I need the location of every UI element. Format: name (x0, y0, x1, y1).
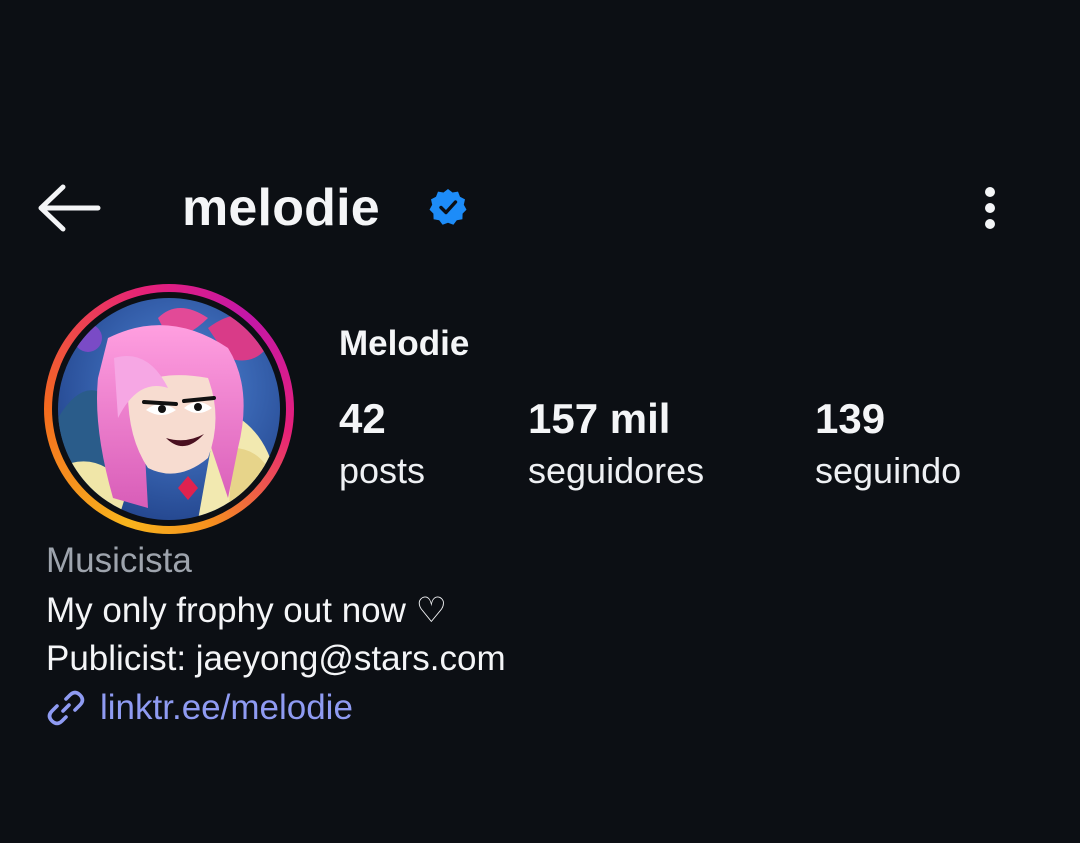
link-icon (47, 690, 85, 726)
more-options-button[interactable] (962, 178, 1018, 238)
profile-category: Musicista (46, 541, 192, 580)
back-button[interactable] (30, 180, 106, 236)
display-name: Melodie (339, 324, 470, 363)
profile-username: melodie (182, 179, 380, 237)
followers-count: 157 mil (528, 395, 671, 442)
posts-stat[interactable]: 42 posts (339, 392, 425, 496)
followers-stat[interactable]: 157 mil seguidores (528, 392, 704, 496)
following-stat[interactable]: 139 seguindo (815, 392, 961, 496)
avatar-illustration (58, 298, 280, 520)
following-label: seguindo (815, 450, 962, 491)
profile-link-text: linktr.ee/melodie (100, 688, 353, 727)
followers-label: seguidores (528, 450, 705, 491)
profile-header: melodie (0, 160, 1080, 256)
bio-line: Publicist: jaeyong@stars.com (46, 639, 506, 678)
posts-count: 42 (339, 395, 386, 442)
posts-label: posts (339, 450, 426, 491)
profile-link[interactable]: linktr.ee/melodie (44, 684, 353, 732)
following-count: 139 (815, 395, 886, 442)
story-ring[interactable] (44, 284, 294, 534)
more-vertical-icon (985, 187, 995, 229)
arrow-left-icon (38, 184, 101, 232)
bio-line: My only frophy out now ♡ (46, 591, 447, 630)
profile-avatar (58, 298, 280, 520)
verified-badge-icon (429, 189, 467, 225)
